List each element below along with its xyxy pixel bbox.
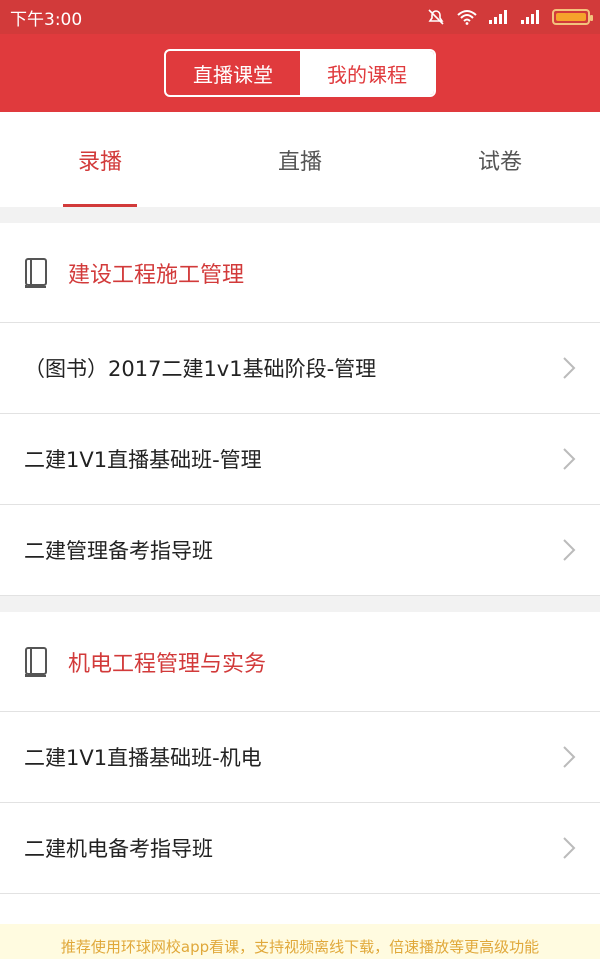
tab-recorded[interactable]: 录播	[0, 112, 200, 207]
chevron-right-icon	[562, 745, 576, 769]
signal-icon-1	[488, 9, 510, 25]
book-icon	[24, 646, 50, 678]
wifi-icon	[456, 9, 478, 25]
chevron-right-icon	[562, 356, 576, 380]
app-header: 直播课堂 我的课程	[0, 34, 600, 112]
segment-live-classroom[interactable]: 直播课堂	[166, 51, 300, 95]
section-header: 机电工程管理与实务	[0, 612, 600, 712]
tab-exams[interactable]: 试卷	[400, 112, 600, 207]
section-header: 建设工程施工管理	[0, 223, 600, 323]
course-item[interactable]: （图书）2017二建1v1基础阶段-管理	[0, 323, 600, 414]
course-item-label: 二建机电备考指导班	[24, 837, 213, 861]
course-item[interactable]: 二建1V1直播基础班-机电	[0, 712, 600, 803]
status-icons	[426, 8, 593, 26]
course-item-label: （图书）2017二建1v1基础阶段-管理	[24, 357, 377, 381]
status-time: 下午3:00	[10, 9, 83, 30]
battery-icon	[552, 9, 593, 25]
course-item[interactable]: 二建机电备考指导班	[0, 803, 600, 894]
mute-alarm-icon	[426, 8, 446, 26]
course-item-label: 二建1V1直播基础班-管理	[24, 448, 262, 472]
course-section-2: 机电工程管理与实务 二建1V1直播基础班-机电 二建机电备考指导班	[0, 612, 600, 959]
book-icon	[24, 257, 50, 289]
app-recommendation-banner[interactable]: 推荐使用环球网校app看课，支持视频离线下载，倍速播放等更高级功能	[0, 924, 600, 959]
course-item-label: 二建管理备考指导班	[24, 539, 213, 563]
chevron-right-icon	[562, 447, 576, 471]
chevron-right-icon	[562, 538, 576, 562]
signal-icon-2	[520, 9, 542, 25]
banner-text: 推荐使用环球网校app看课，支持视频离线下载，倍速播放等更高级功能	[60, 938, 540, 956]
section-title: 建设工程施工管理	[68, 262, 245, 288]
tab-live[interactable]: 直播	[200, 112, 400, 207]
course-item[interactable]: 二建1V1直播基础班-管理	[0, 414, 600, 505]
status-bar: 下午3:00	[0, 0, 600, 34]
section-title: 机电工程管理与实务	[68, 651, 267, 677]
chevron-right-icon	[562, 836, 576, 860]
content-tabs: 录播 直播 试卷	[0, 112, 600, 207]
course-item-label: 二建1V1直播基础班-机电	[24, 746, 262, 770]
course-section-1: 建设工程施工管理 （图书）2017二建1v1基础阶段-管理 二建1V1直播基础班…	[0, 223, 600, 596]
course-segmented-control: 直播课堂 我的课程	[164, 49, 436, 97]
segment-my-courses[interactable]: 我的课程	[300, 51, 434, 95]
course-item[interactable]: 二建管理备考指导班	[0, 505, 600, 596]
